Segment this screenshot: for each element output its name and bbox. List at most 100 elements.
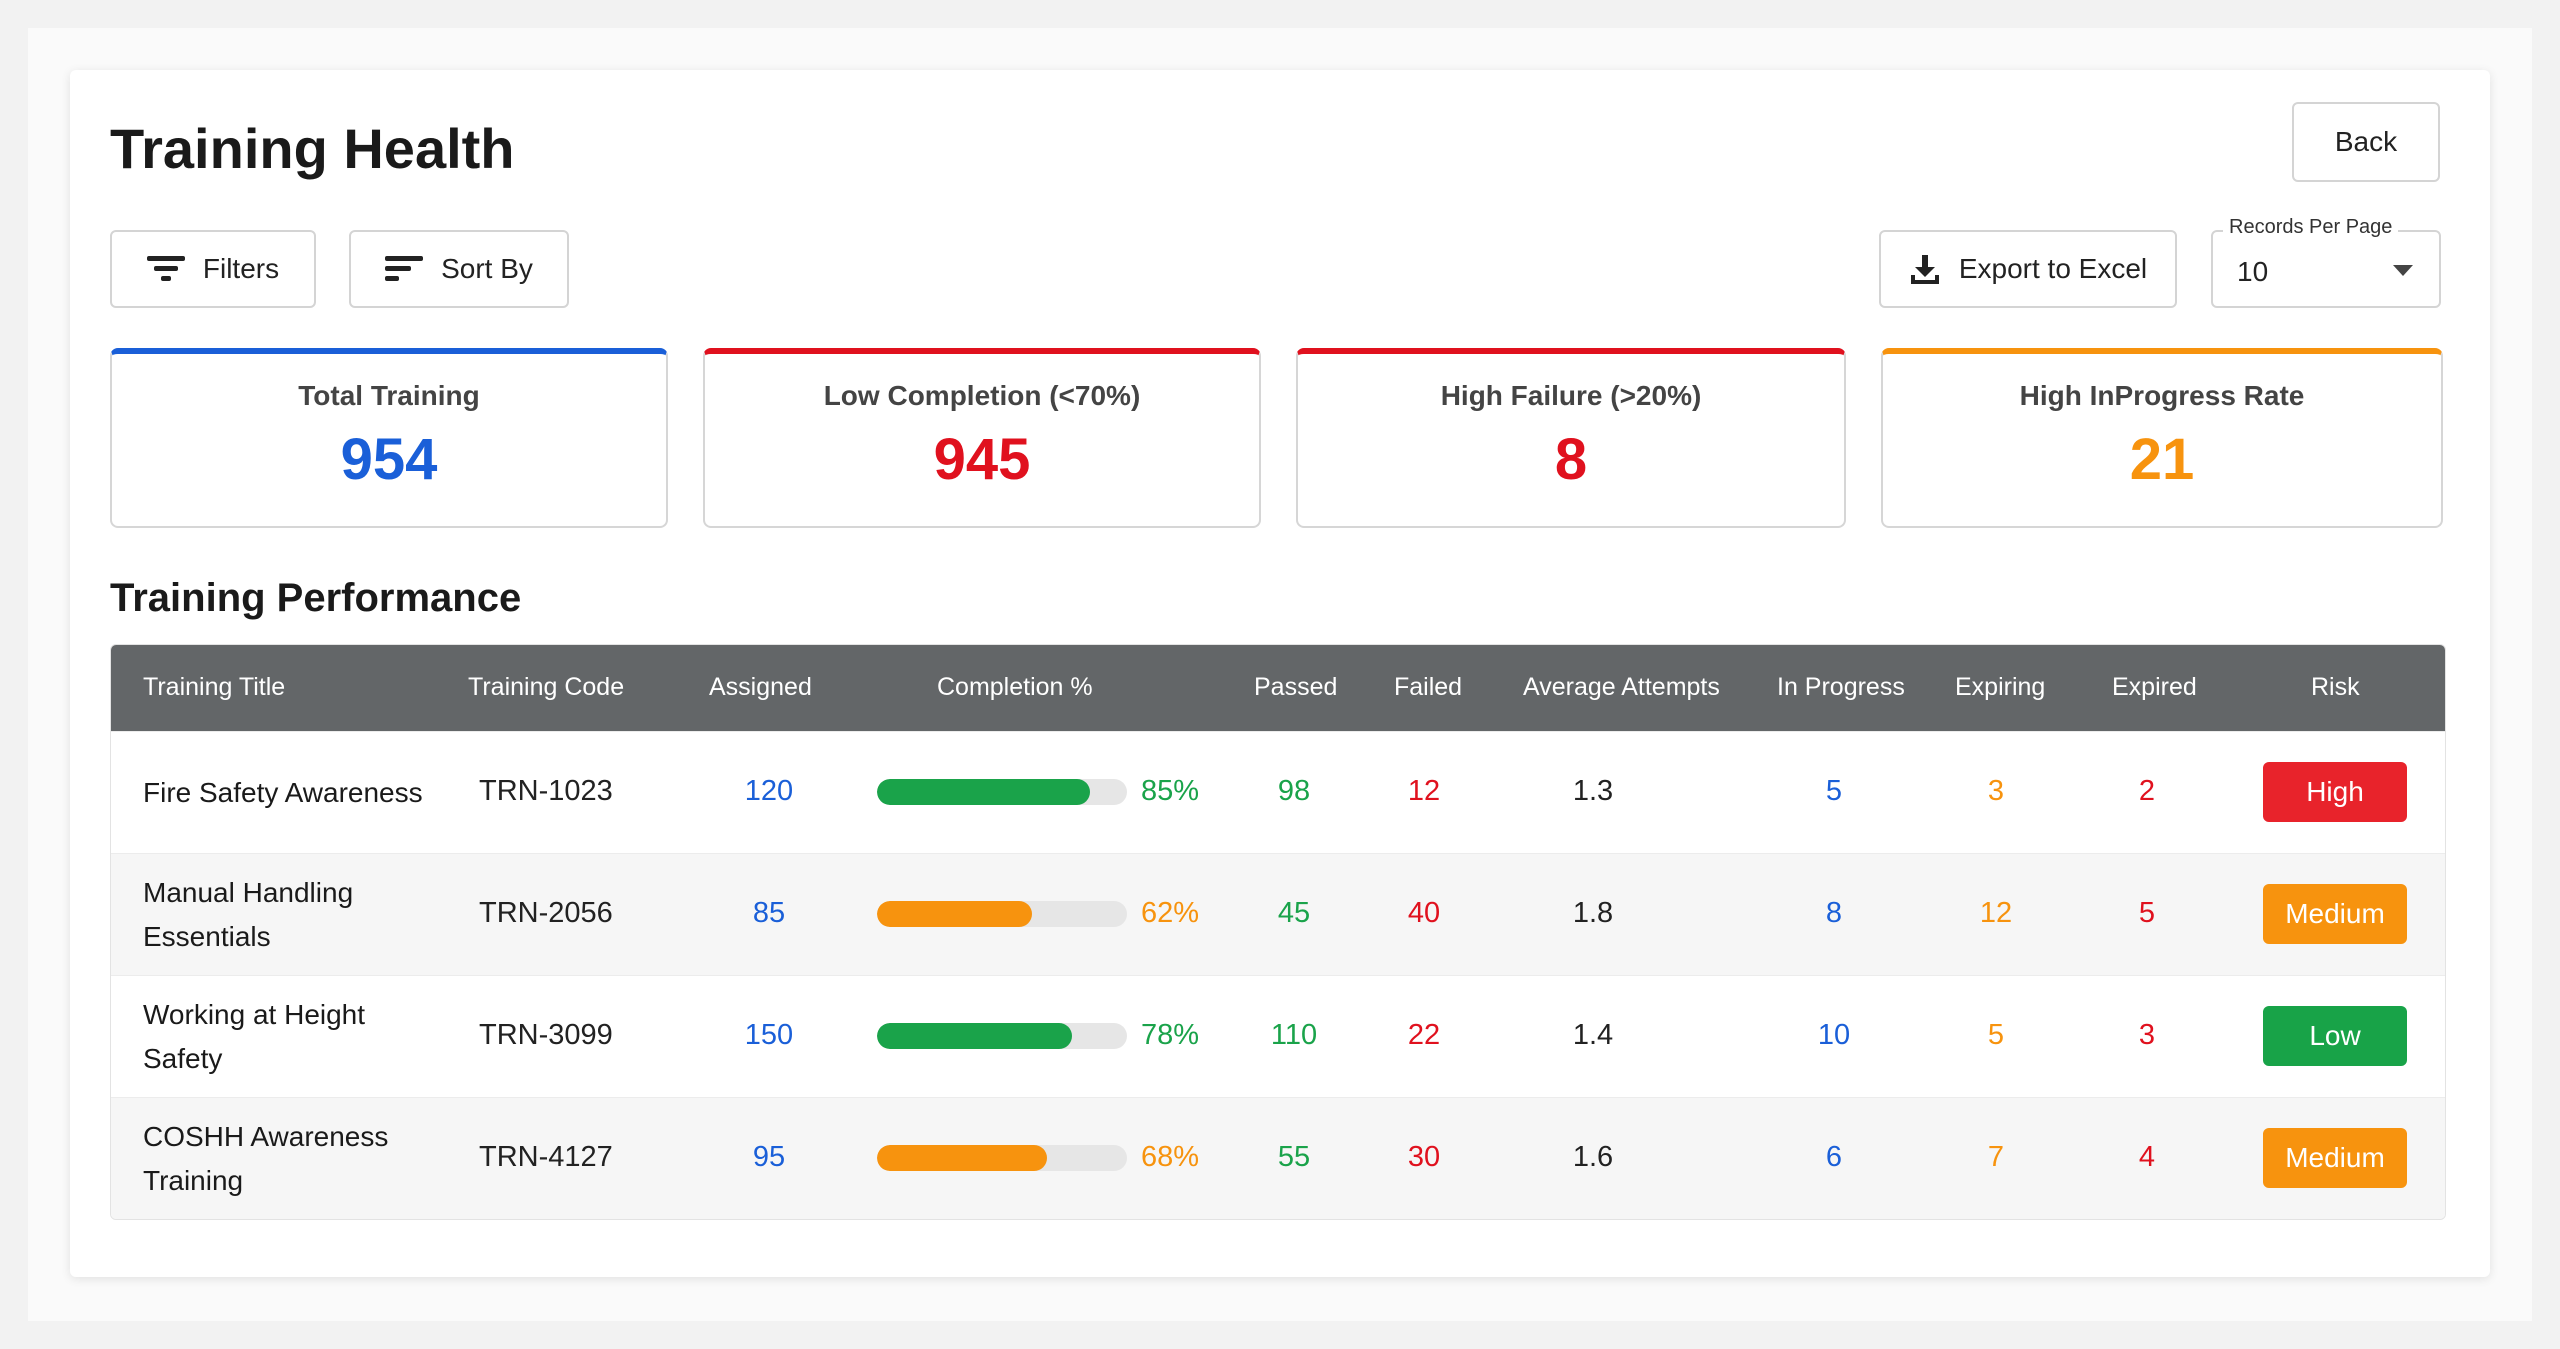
stat-value: 945 [933, 427, 1031, 492]
sort-by-label: Sort By [441, 253, 533, 284]
records-per-page-select[interactable]: Records Per Page 10 [2211, 216, 2441, 308]
stat-value: 8 [1554, 427, 1588, 492]
table-header: Training Title Training Code Assigned Co… [111, 645, 2445, 731]
filters-button[interactable]: Filters [110, 230, 316, 308]
training-title-line: Training [143, 1165, 244, 1196]
in-progress-count: 8 [1825, 897, 1843, 929]
records-per-page-label: Records Per Page [2223, 216, 2399, 239]
table-row[interactable]: Working at Height Safety TRN-3099 150 78% 110… [111, 975, 2445, 1097]
average-attempts: 1.8 [1572, 897, 1614, 929]
expiring-count: 7 [1987, 1141, 2005, 1173]
failed-count: 30 [1407, 1141, 1441, 1173]
header-training-title[interactable]: Training Title [143, 673, 285, 702]
training-code: TRN-2056 [479, 897, 613, 929]
failed-count: 22 [1407, 1019, 1441, 1051]
training-title-line: Working at Height [143, 999, 366, 1030]
risk-badge: Low [2263, 1006, 2407, 1066]
training-health-panel: Training Health Back Filters Sort By Exp… [70, 70, 2490, 1277]
stat-label: High InProgress Rate [2019, 380, 2305, 411]
in-progress-count: 5 [1825, 775, 1843, 807]
expired-count: 4 [2138, 1141, 2156, 1173]
passed-count: 55 [1277, 1141, 1311, 1173]
stat-card-low-completion: Low Completion (<70%) 945 [703, 348, 1261, 528]
passed-count: 45 [1277, 897, 1311, 929]
risk-badge: Medium [2263, 1128, 2407, 1188]
download-icon [1909, 253, 1941, 285]
assigned-count: 95 [752, 1141, 786, 1173]
expiring-count: 3 [1987, 775, 2005, 807]
sort-icon [385, 254, 424, 284]
completion-bar-fill [877, 1023, 1072, 1049]
expired-count: 2 [2138, 775, 2156, 807]
training-code: TRN-1023 [479, 775, 613, 807]
section-title: Training Performance [110, 576, 522, 620]
average-attempts: 1.3 [1572, 775, 1614, 807]
in-progress-count: 10 [1817, 1019, 1851, 1051]
training-title: Manual Handling Essentials [143, 871, 443, 959]
completion-bar-fill [877, 901, 1032, 927]
training-title: COSHH Awareness Training [143, 1115, 443, 1203]
caret-down-icon [2393, 265, 2413, 276]
stat-card-high-failure: High Failure (>20%) 8 [1296, 348, 1846, 528]
header-assigned[interactable]: Assigned [709, 673, 812, 702]
average-attempts: 1.6 [1572, 1141, 1614, 1173]
expiring-count: 5 [1987, 1019, 2005, 1051]
training-title-line: Safety [143, 1043, 223, 1074]
header-in-progress[interactable]: In Progress [1777, 673, 1905, 702]
assigned-count: 150 [744, 1019, 794, 1051]
header-passed[interactable]: Passed [1254, 673, 1337, 702]
training-title: Working at Height Safety [143, 993, 443, 1081]
header-completion[interactable]: Completion % [937, 673, 1093, 702]
header-expired[interactable]: Expired [2112, 673, 2197, 702]
stat-label: High Failure (>20%) [1440, 380, 1702, 411]
risk-badge: Medium [2263, 884, 2407, 944]
assigned-count: 85 [752, 897, 786, 929]
completion-bar [877, 1023, 1127, 1049]
stat-value: 954 [340, 427, 438, 492]
training-code: TRN-4127 [479, 1141, 613, 1173]
training-title-line: Fire Safety Awareness [143, 777, 423, 808]
passed-count: 98 [1277, 775, 1311, 807]
stat-label: Low Completion (<70%) [823, 380, 1141, 411]
expiring-count: 12 [1979, 897, 2013, 929]
header-training-code[interactable]: Training Code [468, 673, 624, 702]
back-button[interactable]: Back [2292, 102, 2440, 182]
stat-label: Total Training [298, 380, 480, 411]
average-attempts: 1.4 [1572, 1019, 1614, 1051]
records-per-page-value: 10 [2237, 256, 2269, 287]
training-performance-table: Training Title Training Code Assigned Co… [110, 644, 2446, 1220]
completion-bar [877, 901, 1127, 927]
completion-percent: 68% [1141, 1141, 1200, 1173]
training-title-line: Manual Handling [143, 877, 354, 908]
header-risk[interactable]: Risk [2311, 673, 2360, 702]
expired-count: 3 [2138, 1019, 2156, 1051]
completion-percent: 78% [1141, 1019, 1200, 1051]
table-row[interactable]: COSHH Awareness Training TRN-4127 95 68% 55 30… [111, 1097, 2445, 1219]
completion-bar-fill [877, 1145, 1047, 1171]
table-row[interactable]: Fire Safety Awareness TRN-1023 120 85% 98 12 1… [111, 731, 2445, 853]
header-failed[interactable]: Failed [1394, 673, 1462, 702]
table-row[interactable]: Manual Handling Essentials TRN-2056 85 62% 45… [111, 853, 2445, 975]
assigned-count: 120 [744, 775, 794, 807]
in-progress-count: 6 [1825, 1141, 1843, 1173]
header-expiring[interactable]: Expiring [1955, 673, 2045, 702]
failed-count: 40 [1407, 897, 1441, 929]
filter-icon [146, 254, 185, 284]
completion-bar [877, 1145, 1127, 1171]
training-code: TRN-3099 [479, 1019, 613, 1051]
training-title: Fire Safety Awareness [143, 771, 443, 815]
completion-bar-fill [877, 779, 1090, 805]
stat-card-total-training: Total Training 954 [110, 348, 668, 528]
risk-badge: High [2263, 762, 2407, 822]
sort-by-button[interactable]: Sort By [349, 230, 569, 308]
header-average-attempts[interactable]: Average Attempts [1523, 673, 1720, 702]
passed-count: 110 [1270, 1019, 1318, 1051]
export-label: Export to Excel [1958, 253, 2148, 284]
completion-percent: 85% [1141, 775, 1200, 807]
failed-count: 12 [1407, 775, 1441, 807]
training-title-line: COSHH Awareness [143, 1121, 389, 1152]
stat-card-high-inprogress-rate: High InProgress Rate 21 [1881, 348, 2443, 528]
training-title-line: Essentials [143, 921, 271, 952]
export-to-excel-button[interactable]: Export to Excel [1879, 230, 2177, 308]
completion-bar [877, 779, 1127, 805]
